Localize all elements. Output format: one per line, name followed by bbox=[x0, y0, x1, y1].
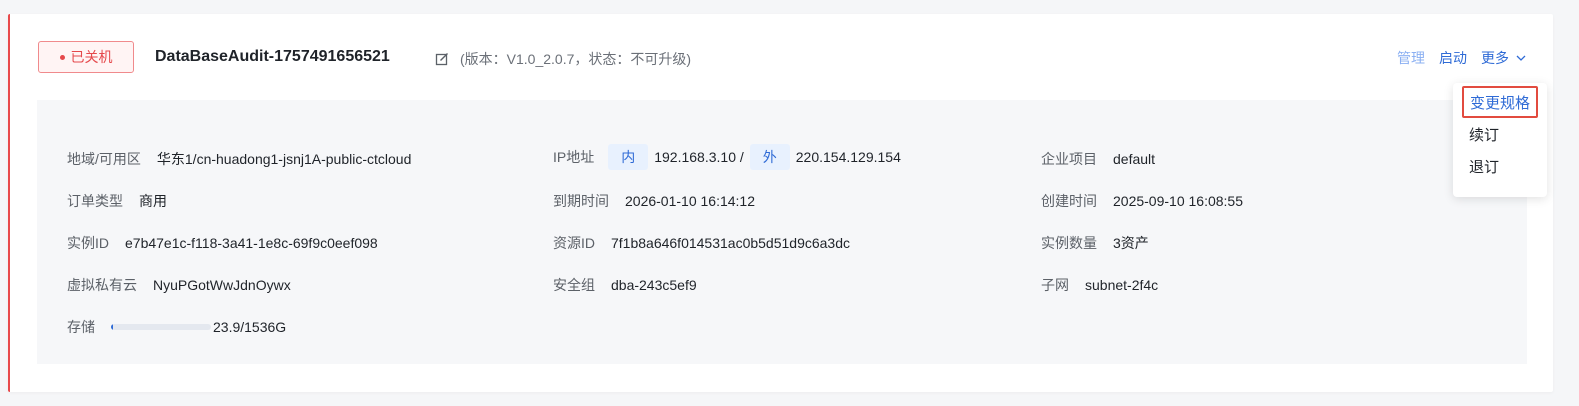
project-field: 企业项目 default bbox=[1041, 149, 1155, 169]
instance-count-label: 实例数量 bbox=[1041, 235, 1097, 251]
chevron-down-icon bbox=[1516, 55, 1526, 61]
expire-time-field: 到期时间 2026-01-10 16:14:12 bbox=[553, 191, 755, 211]
vpc-field: 虚拟私有云 NyuPGotWwJdnOywx bbox=[67, 275, 291, 295]
status-label: 已关机 bbox=[70, 49, 113, 65]
storage-progress-bar bbox=[111, 324, 211, 330]
more-dropdown-menu: 变更规格 续订 退订 bbox=[1453, 83, 1547, 197]
security-group-field: 安全组 dba-243c5ef9 bbox=[553, 275, 697, 295]
ip-field: IP地址 内 192.168.3.10 / 外 220.154.129.154 bbox=[553, 144, 901, 170]
storage-progress-fill bbox=[111, 324, 113, 330]
resource-id-field: 资源ID 7f1b8a646f014531ac0b5d51d9c6a3dc bbox=[553, 233, 850, 253]
instance-name: DataBaseAudit-1757491656521 bbox=[155, 48, 390, 65]
create-time-label: 创建时间 bbox=[1041, 193, 1097, 209]
order-type-field: 订单类型 商用 bbox=[67, 191, 167, 211]
version-info: (版本：V1.0_2.0.7，状态：不可升级) bbox=[460, 51, 692, 67]
action-bar: 管理 启动 更多 bbox=[1397, 48, 1527, 68]
instance-id-value: e7b47e1c-f118-3a41-1e8c-69f9c0eef098 bbox=[125, 235, 378, 251]
instance-count-field: 实例数量 3资产 bbox=[1041, 233, 1149, 253]
detail-panel: 地域/可用区 华东1/cn-huadong1-jsnj1A-public-ctc… bbox=[37, 100, 1527, 364]
subnet-field: 子网 subnet-2f4c bbox=[1041, 275, 1158, 295]
project-label: 企业项目 bbox=[1041, 151, 1097, 167]
expire-time-label: 到期时间 bbox=[553, 193, 609, 209]
menu-item-unsubscribe[interactable]: 退订 bbox=[1453, 150, 1547, 182]
instance-card: 已关机 DataBaseAudit-1757491656521 (版本：V1.0… bbox=[8, 14, 1553, 392]
inner-ip-tag: 内 bbox=[608, 144, 649, 170]
menu-item-renew[interactable]: 续订 bbox=[1453, 118, 1547, 150]
instance-count-value: 3资产 bbox=[1113, 235, 1149, 251]
inner-ip-value: 192.168.3.10 / bbox=[654, 149, 744, 165]
resource-id-value: 7f1b8a646f014531ac0b5d51d9c6a3dc bbox=[611, 235, 851, 251]
status-dot bbox=[59, 54, 65, 60]
edit-icon[interactable] bbox=[434, 51, 450, 67]
ip-label: IP地址 bbox=[553, 149, 595, 165]
subnet-label: 子网 bbox=[1041, 277, 1069, 293]
create-time-value: 2025-09-10 16:08:55 bbox=[1113, 193, 1243, 209]
region-value: 华东1/cn-huadong1-jsnj1A-public-ctcloud bbox=[156, 151, 412, 167]
vpc-value: NyuPGotWwJdnOywx bbox=[153, 277, 291, 293]
create-time-field: 创建时间 2025-09-10 16:08:55 bbox=[1041, 191, 1243, 211]
region-label: 地域/可用区 bbox=[67, 151, 141, 167]
start-link[interactable]: 启动 bbox=[1439, 48, 1467, 68]
region-field: 地域/可用区 华东1/cn-huadong1-jsnj1A-public-ctc… bbox=[67, 149, 411, 169]
resource-id-label: 资源ID bbox=[553, 235, 595, 251]
storage-field: 存储 23.9/1536G bbox=[67, 317, 286, 337]
outer-ip-tag: 外 bbox=[749, 144, 790, 170]
order-type-value: 商用 bbox=[139, 193, 167, 209]
order-type-label: 订单类型 bbox=[67, 193, 123, 209]
more-label: 更多 bbox=[1481, 50, 1509, 66]
status-badge: 已关机 bbox=[38, 41, 134, 73]
vpc-label: 虚拟私有云 bbox=[67, 277, 137, 293]
project-value: default bbox=[1113, 151, 1156, 167]
security-group-label: 安全组 bbox=[553, 277, 595, 293]
subnet-value: subnet-2f4c bbox=[1085, 277, 1159, 293]
storage-label: 存储 bbox=[67, 319, 95, 335]
expire-time-value: 2026-01-10 16:14:12 bbox=[625, 193, 755, 209]
storage-value: 23.9/1536G bbox=[213, 319, 287, 335]
menu-item-change-spec[interactable]: 变更规格 bbox=[1462, 86, 1538, 118]
instance-id-label: 实例ID bbox=[67, 235, 109, 251]
instance-id-field: 实例ID e7b47e1c-f118-3a41-1e8c-69f9c0eef09… bbox=[67, 233, 378, 253]
more-menu-toggle[interactable]: 更多 bbox=[1481, 48, 1527, 68]
manage-link[interactable]: 管理 bbox=[1397, 48, 1425, 68]
security-group-value: dba-243c5ef9 bbox=[611, 277, 697, 293]
outer-ip-value: 220.154.129.154 bbox=[795, 149, 901, 165]
